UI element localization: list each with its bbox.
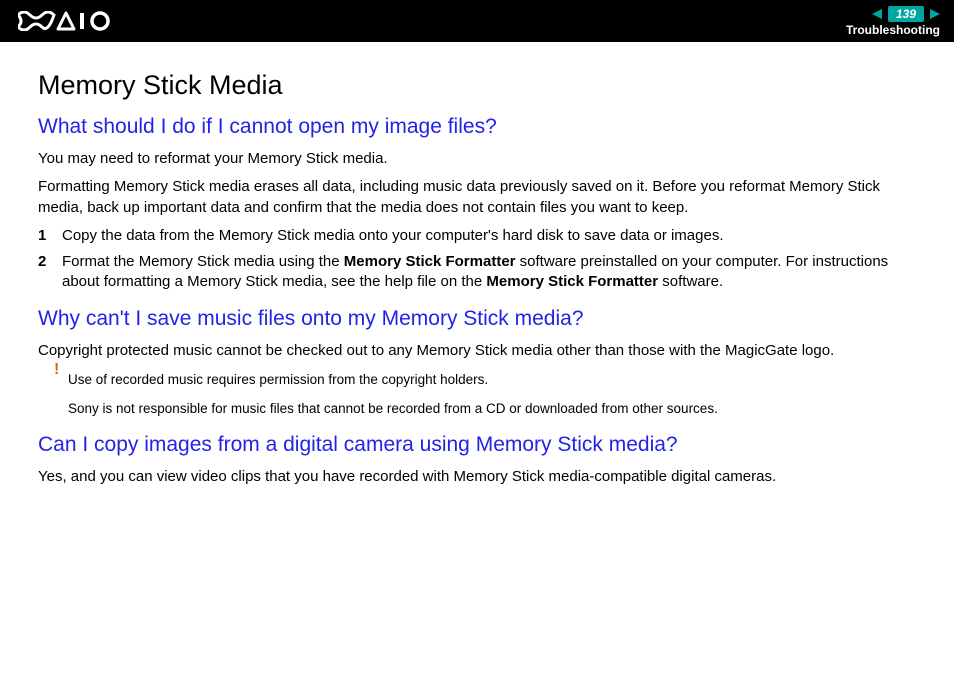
note-text: Use of recorded music requires permissio… xyxy=(68,372,488,387)
list-number: 1 xyxy=(38,226,62,246)
prev-page-arrow-icon[interactable] xyxy=(872,9,882,19)
question-heading-3: Can I copy images from a digital camera … xyxy=(38,433,916,457)
header-right: 139 Troubleshooting xyxy=(846,6,940,37)
section-label: Troubleshooting xyxy=(846,23,940,37)
list-item: 2 Format the Memory Stick media using th… xyxy=(38,252,916,293)
body-text: You may need to reformat your Memory Sti… xyxy=(38,149,916,169)
question-heading-1: What should I do if I cannot open my ima… xyxy=(38,115,916,139)
body-text: Yes, and you can view video clips that y… xyxy=(38,467,916,487)
list-number: 2 xyxy=(38,252,62,293)
note-text: Sony is not responsible for music files … xyxy=(68,400,916,419)
exclamation-icon: ! xyxy=(54,359,59,381)
body-text: Formatting Memory Stick media erases all… xyxy=(38,177,916,218)
page-header: 139 Troubleshooting xyxy=(0,0,954,42)
next-page-arrow-icon[interactable] xyxy=(930,9,940,19)
vaio-logo xyxy=(18,11,114,31)
caution-note: ! Use of recorded music requires permiss… xyxy=(68,371,916,390)
body-text: Copyright protected music cannot be chec… xyxy=(38,341,916,361)
question-heading-2: Why can't I save music files onto my Mem… xyxy=(38,307,916,331)
list-text: Format the Memory Stick media using the … xyxy=(62,252,916,293)
page-nav: 139 xyxy=(872,6,940,22)
page-content: Memory Stick Media What should I do if I… xyxy=(0,42,954,487)
list-text: Copy the data from the Memory Stick medi… xyxy=(62,226,916,246)
numbered-list: 1 Copy the data from the Memory Stick me… xyxy=(38,226,916,293)
list-item: 1 Copy the data from the Memory Stick me… xyxy=(38,226,916,246)
page-title: Memory Stick Media xyxy=(38,70,916,101)
page-number: 139 xyxy=(888,6,924,22)
